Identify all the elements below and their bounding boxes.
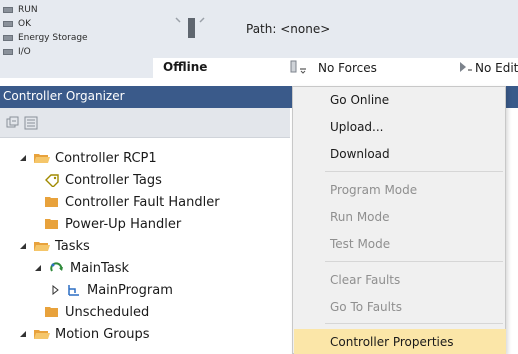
- tree-item-label: Motion Groups: [55, 326, 150, 342]
- menu-item-upload[interactable]: Upload...: [294, 114, 506, 140]
- expanded-arrow-icon[interactable]: [18, 241, 28, 251]
- tag-icon: [45, 174, 59, 187]
- menu-separator: [325, 171, 503, 172]
- expanded-arrow-icon[interactable]: [18, 329, 28, 339]
- tree-item-power-up-handler[interactable]: Power-Up Handler: [43, 214, 181, 234]
- edits-status-label: No Edits: [475, 61, 518, 75]
- menu-item-program-mode[interactable]: Program Mode: [294, 177, 506, 203]
- menu-item-test-mode[interactable]: Test Mode: [294, 231, 506, 257]
- status-io: I/O: [3, 46, 31, 58]
- run-indicator-icon: [3, 7, 13, 13]
- edits-dropdown-icon[interactable]: [458, 60, 474, 74]
- organizer-toolbar: [0, 108, 290, 138]
- menu-item-clear-faults[interactable]: Clear Faults: [294, 267, 506, 293]
- menu-separator: [325, 261, 503, 262]
- menu-item-run-mode[interactable]: Run Mode: [294, 204, 506, 230]
- tree-item-main-program[interactable]: MainProgram: [50, 280, 173, 300]
- tree-item-label: Controller Fault Handler: [65, 194, 220, 210]
- list-view-icon[interactable]: [24, 116, 38, 130]
- status-run-label: RUN: [18, 5, 38, 15]
- forces-dropdown-icon[interactable]: [290, 60, 310, 74]
- program-icon: [68, 285, 79, 296]
- path-label: Path: <none>: [246, 22, 331, 36]
- energy-storage-indicator-icon: [3, 35, 13, 41]
- status-ok-label: OK: [18, 19, 31, 29]
- menu-item-controller-properties[interactable]: Controller Properties: [294, 329, 506, 354]
- tree-item-tasks[interactable]: Tasks: [18, 236, 90, 256]
- tree-item-motion-groups[interactable]: Motion Groups: [18, 324, 150, 344]
- menu-item-go-to-faults[interactable]: Go To Faults: [294, 294, 506, 320]
- collapse-all-icon[interactable]: [6, 116, 20, 130]
- status-ok: OK: [3, 18, 31, 30]
- controller-context-menu: Go Online Upload... Download Program Mod…: [292, 86, 506, 354]
- tree-item-label: Controller Tags: [65, 172, 162, 188]
- controller-state-label[interactable]: Offline: [163, 60, 207, 74]
- status-io-label: I/O: [18, 47, 31, 57]
- controller-organizer-title: Controller Organizer: [3, 89, 125, 103]
- status-energy-storage: Energy Storage: [3, 32, 88, 44]
- task-icon: [50, 262, 63, 272]
- expanded-arrow-icon[interactable]: [33, 263, 43, 273]
- forces-status-label: No Forces: [318, 61, 377, 75]
- folder-open-icon: [34, 330, 50, 339]
- tree-item-label: MainProgram: [87, 282, 173, 298]
- status-energy-storage-label: Energy Storage: [18, 33, 88, 43]
- folder-open-icon: [34, 154, 50, 163]
- menu-item-download[interactable]: Download: [294, 141, 506, 167]
- tree-item-controller-fault-handler[interactable]: Controller Fault Handler: [43, 192, 220, 212]
- controller-organizer-tree: Controller RCP1 Controller Tags Controll…: [0, 138, 290, 354]
- tree-item-label: Controller RCP1: [55, 150, 157, 166]
- tree-item-main-task[interactable]: MainTask: [33, 258, 129, 278]
- status-run: RUN: [3, 4, 38, 16]
- menu-item-go-online[interactable]: Go Online: [294, 87, 506, 113]
- folder-icon: [45, 307, 58, 317]
- tree-item-label: MainTask: [70, 260, 130, 276]
- tree-item-label: Tasks: [55, 238, 90, 254]
- tree-item-label: Unscheduled: [65, 304, 150, 320]
- keyswitch-icon: [175, 17, 205, 38]
- tree-item-controller-rcp1[interactable]: Controller RCP1: [18, 148, 157, 168]
- menu-separator: [325, 323, 503, 324]
- tree-item-unscheduled[interactable]: Unscheduled: [43, 302, 149, 322]
- folder-icon: [45, 197, 58, 207]
- tree-item-label: Power-Up Handler: [65, 216, 182, 232]
- tree-item-controller-tags[interactable]: Controller Tags: [43, 170, 162, 190]
- ok-indicator-icon: [3, 21, 13, 27]
- folder-open-icon: [34, 242, 50, 251]
- folder-icon: [45, 219, 58, 229]
- io-indicator-icon: [3, 49, 13, 55]
- collapsed-arrow-icon[interactable]: [50, 285, 60, 295]
- expanded-arrow-icon[interactable]: [18, 153, 28, 163]
